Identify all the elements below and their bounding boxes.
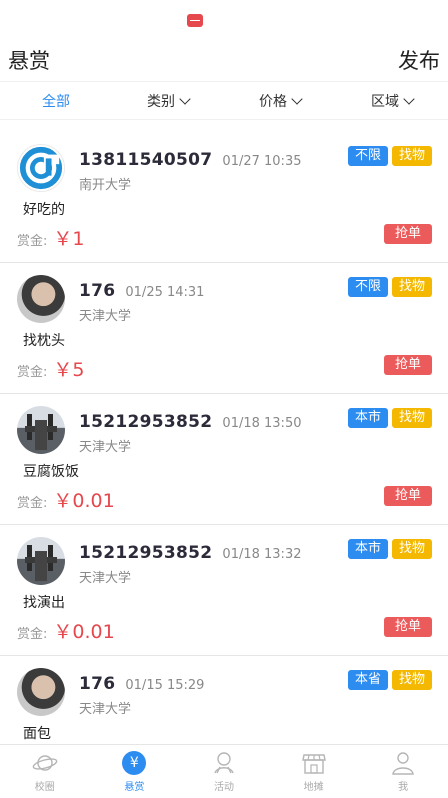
list-item[interactable]: 15212953852 01/18 13:32 天津大学 本市 找物 找演出 赏… <box>0 525 448 656</box>
yen-icon: ¥ <box>122 750 147 775</box>
list-item[interactable]: 15212953852 01/18 13:50 天津大学 本市 找物 豆腐饭饭 … <box>0 394 448 525</box>
planet-icon <box>32 754 58 771</box>
nav-label: 地摊 <box>303 781 324 793</box>
grab-order-button[interactable]: 抢单 <box>383 617 432 637</box>
reward-label: 赏金: <box>17 627 48 642</box>
header: 悬赏 发布 <box>0 38 448 82</box>
user-name: 15212953852 <box>79 412 213 432</box>
reward-amount: ￥0.01 <box>53 621 115 643</box>
reward: 赏金: ￥1 <box>17 224 84 251</box>
activity-icon <box>214 751 234 773</box>
post-description: 找演出 <box>23 595 65 611</box>
nav-label: 悬赏 <box>124 781 145 793</box>
reward-amount: ￥5 <box>53 359 85 381</box>
filter-all[interactable]: 全部 <box>0 91 112 111</box>
chevron-down-icon <box>291 92 303 105</box>
list-item[interactable]: 13811540507 01/27 10:35 南开大学 不限 找物 好吃的 赏… <box>0 132 448 263</box>
user-name: 176 <box>79 281 116 301</box>
filter-category[interactable]: 类别 <box>112 91 224 111</box>
user-name: 15212953852 <box>79 543 213 563</box>
nav-campus[interactable]: 校圈 <box>0 745 90 798</box>
steering-wheel-icon <box>25 545 57 581</box>
post-description: 找枕头 <box>23 333 65 349</box>
bounty-list: 13811540507 01/27 10:35 南开大学 不限 找物 好吃的 赏… <box>0 132 448 787</box>
post-time: 01/18 13:50 <box>222 416 302 431</box>
post-time: 01/18 13:32 <box>222 547 302 562</box>
logo-avatar[interactable] <box>17 144 65 192</box>
kind-badge: 找物 <box>391 539 432 559</box>
list-item[interactable]: 176 01/25 14:31 天津大学 不限 找物 找枕头 赏金: ￥5 抢单 <box>0 263 448 394</box>
reward-amount: ￥1 <box>53 228 85 250</box>
reward: 赏金: ￥0.01 <box>17 617 115 644</box>
school-name: 天津大学 <box>79 571 132 586</box>
grab-order-button[interactable]: 抢单 <box>383 355 432 375</box>
filter-label: 价格 <box>259 93 287 110</box>
scope-badge: 本市 <box>347 408 388 428</box>
filter-bar: 全部 类别 价格 区域 <box>0 82 448 120</box>
kind-badge: 找物 <box>391 277 432 297</box>
nav-stall[interactable]: 地摊 <box>269 745 359 798</box>
scope-badge: 不限 <box>347 277 388 297</box>
reward-label: 赏金: <box>17 496 48 511</box>
notification-icon <box>187 14 203 27</box>
bottom-nav: 校圈 ¥ 悬赏 活动 地摊 我 <box>0 744 448 798</box>
filter-label: 全部 <box>42 93 70 110</box>
person-avatar[interactable] <box>17 668 65 716</box>
publish-button[interactable]: 发布 <box>398 45 440 75</box>
grab-order-button[interactable]: 抢单 <box>383 224 432 244</box>
school-name: 天津大学 <box>79 702 132 717</box>
status-bar <box>0 0 448 38</box>
grab-order-button[interactable]: 抢单 <box>383 486 432 506</box>
reward-amount: ￥0.01 <box>53 490 115 512</box>
reward: 赏金: ￥5 <box>17 355 84 382</box>
person-avatar[interactable] <box>17 275 65 323</box>
post-description: 好吃的 <box>23 202 65 218</box>
kind-badge: 找物 <box>391 146 432 166</box>
post-description: 面包 <box>23 726 51 742</box>
nav-label: 校圈 <box>34 781 55 793</box>
filter-label: 类别 <box>147 93 175 110</box>
steering-wheel-icon <box>25 414 57 450</box>
school-name: 天津大学 <box>79 309 132 324</box>
nav-activity[interactable]: 活动 <box>179 745 269 798</box>
user-name: 176 <box>79 674 116 694</box>
filter-price[interactable]: 价格 <box>224 91 336 111</box>
car-avatar[interactable] <box>17 406 65 454</box>
nav-label: 活动 <box>213 781 234 793</box>
kind-badge: 找物 <box>391 670 432 690</box>
post-time: 01/27 10:35 <box>222 154 302 169</box>
nav-label: 我 <box>398 781 409 793</box>
filter-label: 区域 <box>371 93 399 110</box>
school-name: 南开大学 <box>79 178 132 193</box>
nav-me[interactable]: 我 <box>358 745 448 798</box>
filter-region[interactable]: 区域 <box>336 91 448 111</box>
scope-badge: 本省 <box>347 670 388 690</box>
user-name: 13811540507 <box>79 150 213 170</box>
post-description: 豆腐饭饭 <box>23 464 79 480</box>
post-time: 01/25 14:31 <box>125 285 205 300</box>
chevron-down-icon <box>179 92 191 105</box>
reward-label: 赏金: <box>17 365 48 380</box>
nav-bounty[interactable]: ¥ 悬赏 <box>90 745 180 798</box>
post-time: 01/15 15:29 <box>125 678 205 693</box>
stall-icon <box>301 753 326 774</box>
reward-label: 赏金: <box>17 234 48 249</box>
kind-badge: 找物 <box>391 408 432 428</box>
page-title: 悬赏 <box>8 48 50 73</box>
scope-badge: 本市 <box>347 539 388 559</box>
chevron-down-icon <box>403 92 415 105</box>
scope-badge: 不限 <box>347 146 388 166</box>
car-avatar[interactable] <box>17 537 65 585</box>
reward: 赏金: ￥0.01 <box>17 486 115 513</box>
user-icon <box>392 751 414 775</box>
school-name: 天津大学 <box>79 440 132 455</box>
logo-icon <box>19 146 63 190</box>
